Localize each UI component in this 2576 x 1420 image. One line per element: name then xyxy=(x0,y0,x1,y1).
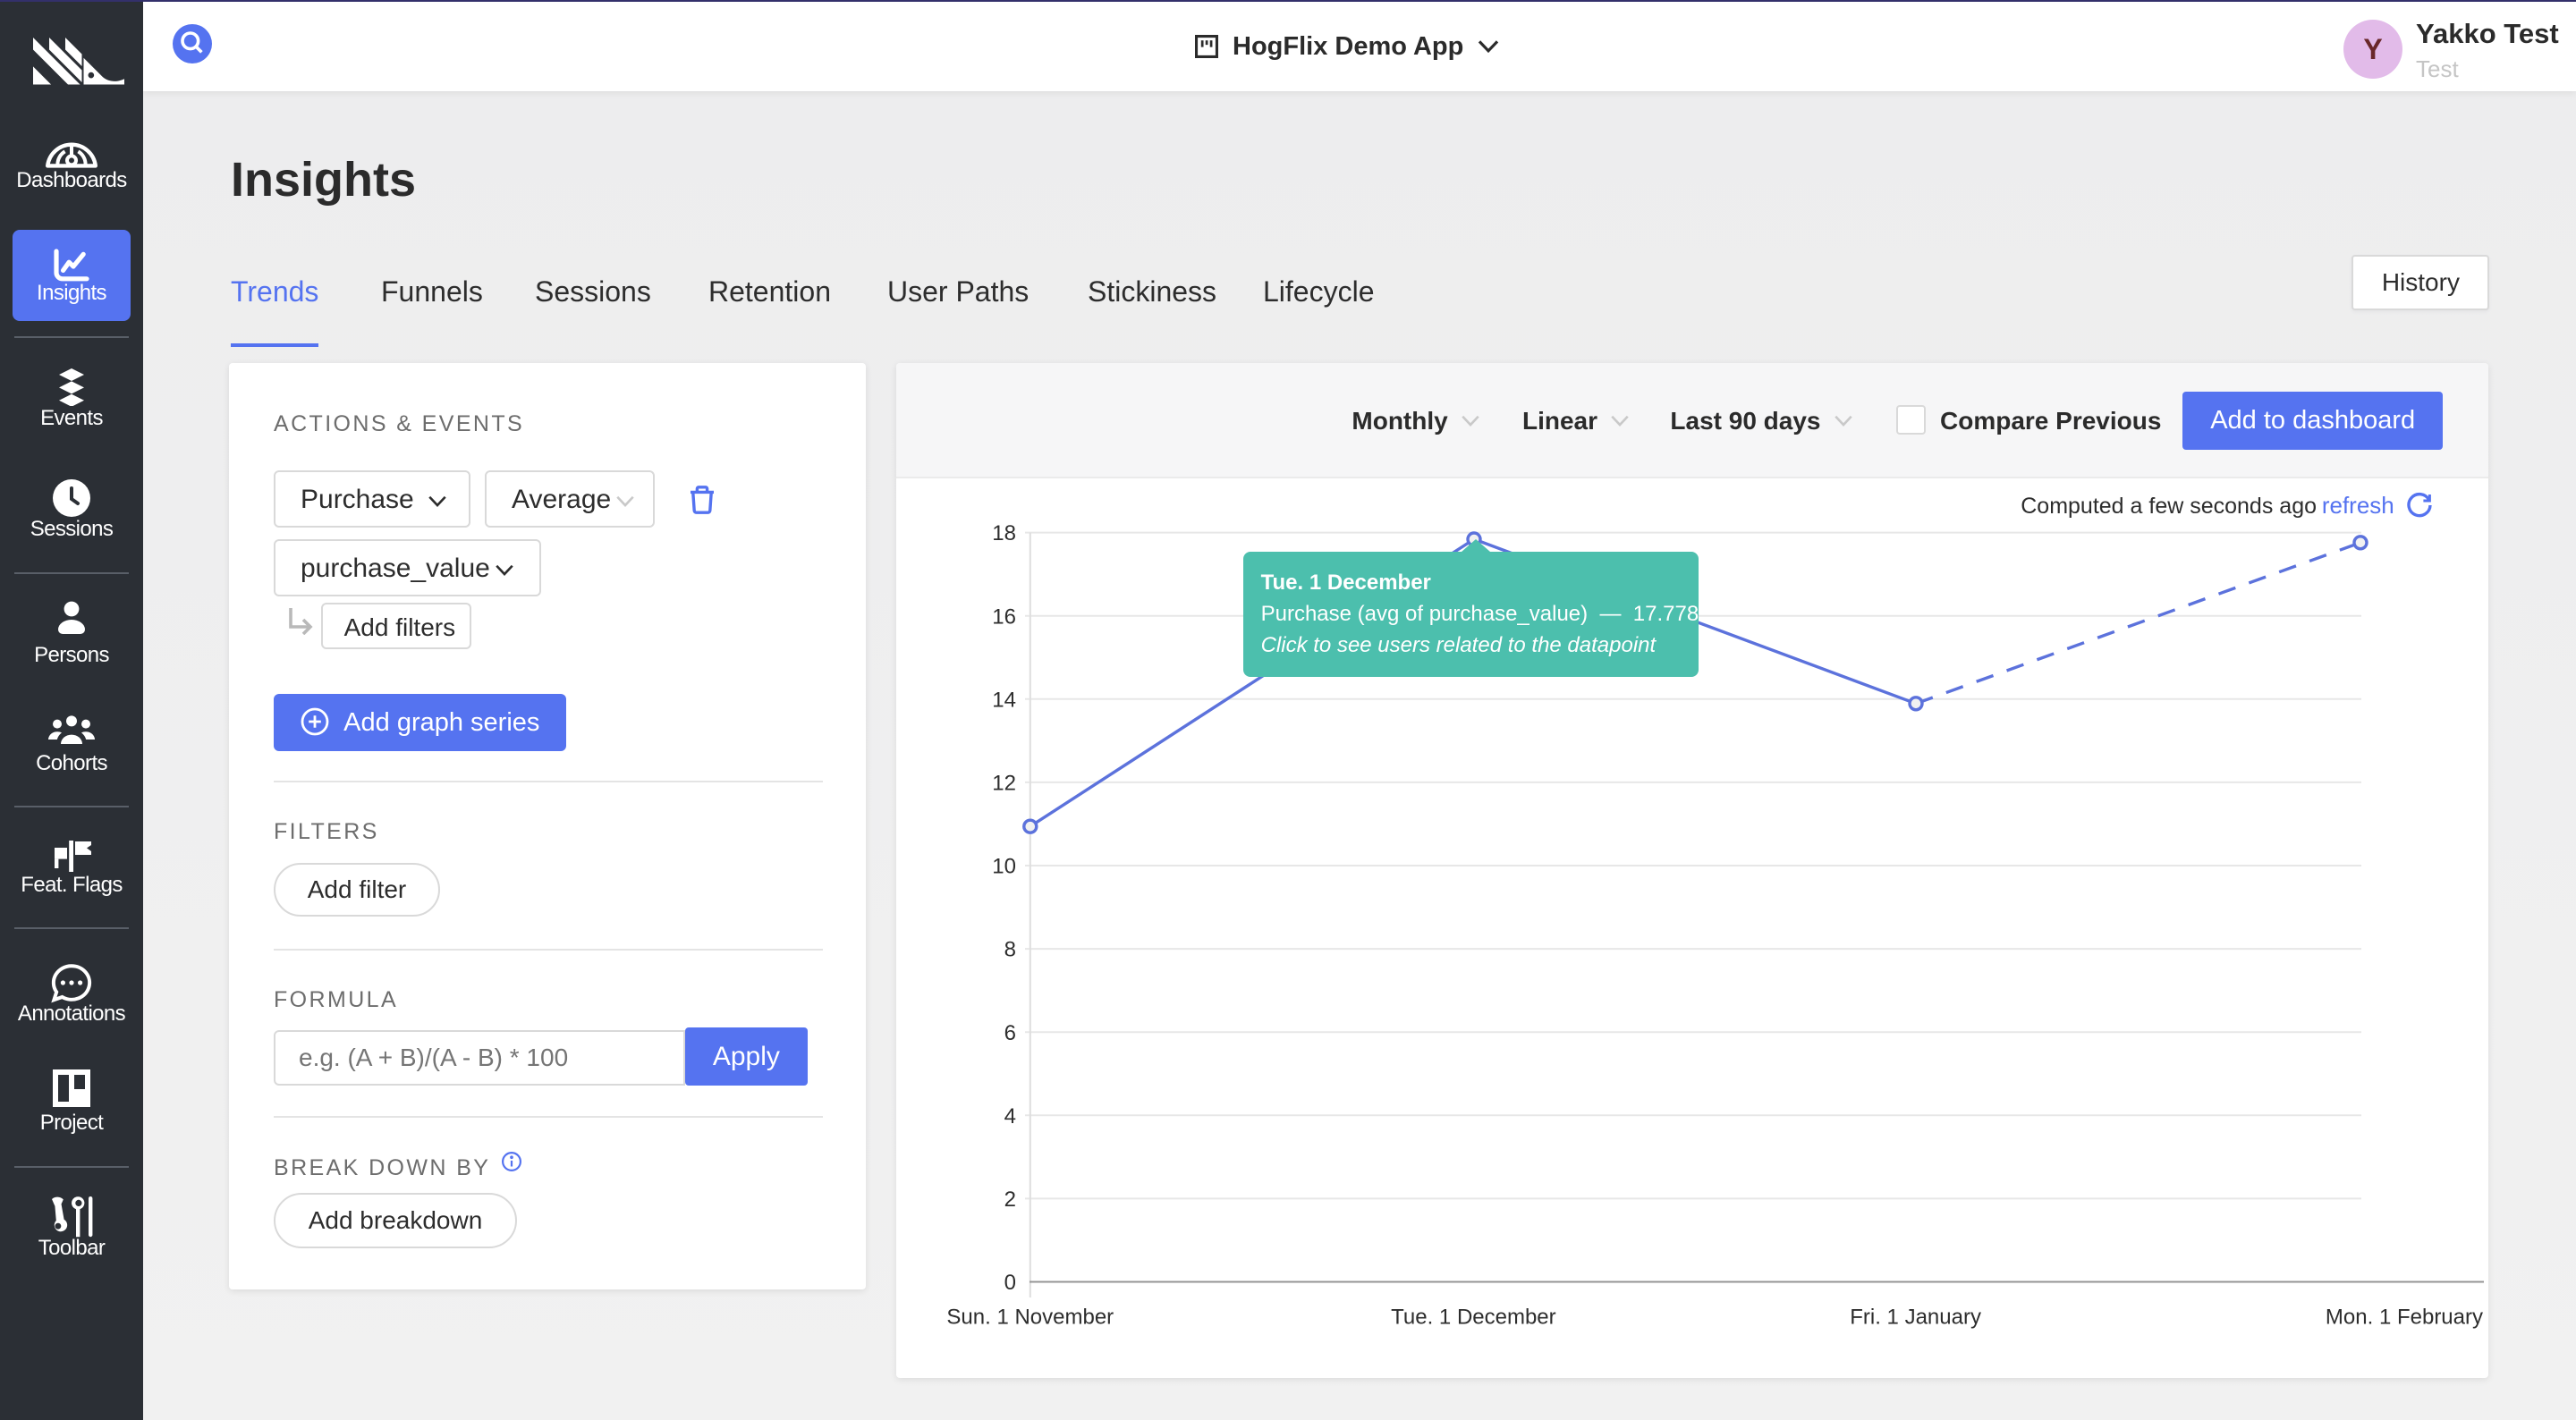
svg-text:Sun. 1 November: Sun. 1 November xyxy=(946,1305,1114,1329)
svg-text:0: 0 xyxy=(1004,1271,1016,1295)
svg-text:12: 12 xyxy=(992,772,1016,796)
svg-text:Fri. 1 January: Fri. 1 January xyxy=(1850,1305,1981,1329)
svg-text:16: 16 xyxy=(992,604,1016,629)
svg-text:18: 18 xyxy=(992,521,1016,545)
svg-text:Mon. 1 February: Mon. 1 February xyxy=(2326,1305,2483,1329)
svg-text:4: 4 xyxy=(1004,1104,1016,1128)
svg-text:14: 14 xyxy=(992,688,1016,712)
svg-text:6: 6 xyxy=(1004,1021,1016,1045)
svg-text:8: 8 xyxy=(1004,938,1016,962)
svg-text:2: 2 xyxy=(1004,1188,1016,1212)
svg-text:Tue. 1 December: Tue. 1 December xyxy=(1391,1305,1556,1329)
svg-text:10: 10 xyxy=(992,855,1016,879)
